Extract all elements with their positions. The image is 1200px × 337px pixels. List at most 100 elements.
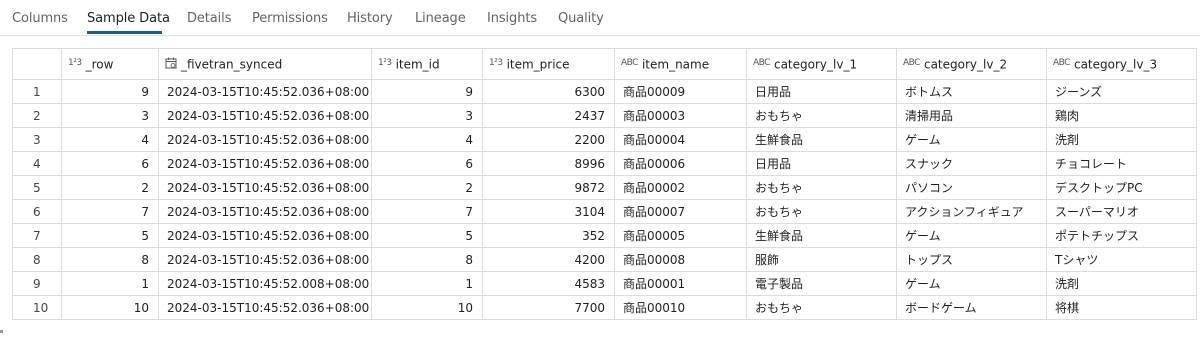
item-name-cell: 商品00007	[614, 199, 747, 224]
sample-data-table: 1²3 _row _fivetran_synced 1²3 item_id 1²3 i…	[12, 48, 1197, 320]
tab-bar: Columns Sample Data Details Permissions …	[0, 0, 1200, 36]
table-row[interactable]: 7 5 2024-03-15T10:45:52.036+08:00 5 352 商品000…	[12, 223, 1197, 248]
category-lv-3-cell: Tシャツ	[1046, 247, 1197, 272]
table-row[interactable]: 3 4 2024-03-15T10:45:52.036+08:00 4 2200 商品00…	[12, 127, 1197, 152]
column-header-label: _fivetran_synced	[181, 57, 283, 72]
category-lv-1-cell: 日用品	[746, 151, 897, 176]
category-lv-3-cell: スーパーマリオ	[1046, 199, 1197, 224]
item-price-cell: 9872	[482, 175, 615, 200]
item-name-cell: 商品00006	[614, 151, 747, 176]
table-row[interactable]: 1 9 2024-03-15T10:45:52.036+08:00 9 6300 商品00…	[12, 79, 1197, 104]
column-header-label: item_name	[641, 57, 710, 72]
fivetran-synced-cell: 2024-03-15T10:45:52.036+08:00	[158, 79, 372, 104]
table-header-row: 1²3 _row _fivetran_synced 1²3 item_id 1²3 i…	[12, 48, 1197, 80]
row-number-cell: 8	[12, 247, 62, 272]
numeric-type-icon: 1²3	[489, 58, 503, 69]
item-name-cell: 商品00010	[614, 295, 747, 320]
item-price-cell: 352	[482, 223, 615, 248]
item-id-cell: 6	[371, 151, 483, 176]
category-lv-1-cell: おもちゃ	[746, 199, 897, 224]
table-row[interactable]: 6 7 2024-03-15T10:45:52.036+08:00 7 3104 商品00…	[12, 199, 1197, 224]
column-header-item-name[interactable]: ABC item_name	[614, 48, 747, 80]
row-cell: 1	[61, 271, 159, 296]
row-number-cell: 5	[12, 175, 62, 200]
category-lv-2-cell: 清掃用品	[896, 103, 1047, 128]
category-lv-2-cell: ゲーム	[896, 223, 1047, 248]
category-lv-2-cell: ゲーム	[896, 271, 1047, 296]
column-header-category-lv-2[interactable]: ABC category_lv_2	[896, 48, 1047, 80]
column-header-row[interactable]: 1²3 _row	[61, 48, 159, 80]
column-header-category-lv-1[interactable]: ABC category_lv_1	[746, 48, 897, 80]
row-cell: 2	[61, 175, 159, 200]
item-price-cell: 6300	[482, 79, 615, 104]
row-cell: 8	[61, 247, 159, 272]
row-cell: 4	[61, 127, 159, 152]
category-lv-1-cell: 生鮮食品	[746, 127, 897, 152]
item-name-cell: 商品00008	[614, 247, 747, 272]
fivetran-synced-cell: 2024-03-15T10:45:52.036+08:00	[158, 247, 372, 272]
row-number-cell: 6	[12, 199, 62, 224]
table-row[interactable]: 5 2 2024-03-15T10:45:52.036+08:00 2 9872 商品00…	[12, 175, 1197, 200]
row-number-cell: 9	[12, 271, 62, 296]
table-row[interactable]: 8 8 2024-03-15T10:45:52.036+08:00 8 4200 商品00…	[12, 247, 1197, 272]
item-name-cell: 商品00003	[614, 103, 747, 128]
item-price-cell: 7700	[482, 295, 615, 320]
item-price-cell: 8996	[482, 151, 615, 176]
category-lv-3-cell: ジーンズ	[1046, 79, 1197, 104]
column-header-item-id[interactable]: 1²3 item_id	[371, 48, 483, 80]
row-number-cell: 2	[12, 103, 62, 128]
resize-handle	[0, 330, 3, 333]
item-id-cell: 5	[371, 223, 483, 248]
tab-sample-data[interactable]: Sample Data	[87, 11, 170, 26]
item-price-cell: 4583	[482, 271, 615, 296]
tab-insights[interactable]: Insights	[487, 11, 537, 26]
tab-quality[interactable]: Quality	[558, 11, 604, 26]
column-header-label: item_price	[506, 57, 570, 72]
item-price-cell: 4200	[482, 247, 615, 272]
item-id-cell: 9	[371, 79, 483, 104]
fivetran-synced-cell: 2024-03-15T10:45:52.036+08:00	[158, 151, 372, 176]
category-lv-3-cell: ポテトチップス	[1046, 223, 1197, 248]
item-id-cell: 1	[371, 271, 483, 296]
fivetran-synced-cell: 2024-03-15T10:45:52.036+08:00	[158, 127, 372, 152]
table-row[interactable]: 4 6 2024-03-15T10:45:52.036+08:00 6 8996 商品00…	[12, 151, 1197, 176]
column-header-label: category_lv_1	[773, 57, 858, 72]
row-cell: 5	[61, 223, 159, 248]
column-header-fivetran-synced[interactable]: _fivetran_synced	[158, 48, 372, 80]
item-id-cell: 2	[371, 175, 483, 200]
item-id-cell: 3	[371, 103, 483, 128]
table-row[interactable]: 10 10 2024-03-15T10:45:52.036+08:00 10 7700 商…	[12, 295, 1197, 320]
item-id-cell: 7	[371, 199, 483, 224]
item-name-cell: 商品00005	[614, 223, 747, 248]
row-number-cell: 7	[12, 223, 62, 248]
table-body: 1 9 2024-03-15T10:45:52.036+08:00 9 6300 商品00…	[12, 79, 1197, 320]
row-cell: 3	[61, 103, 159, 128]
active-tab-indicator	[87, 31, 162, 34]
tab-columns[interactable]: Columns	[12, 11, 68, 26]
numeric-type-icon: 1²3	[378, 58, 392, 69]
column-header-label: category_lv_2	[923, 57, 1008, 72]
category-lv-2-cell: アクションフィギュア	[896, 199, 1047, 224]
row-number-cell: 10	[12, 295, 62, 320]
fivetran-synced-cell: 2024-03-15T10:45:52.036+08:00	[158, 295, 372, 320]
tab-history[interactable]: History	[347, 11, 393, 26]
string-type-icon: ABC	[903, 58, 920, 69]
row-cell: 10	[61, 295, 159, 320]
string-type-icon: ABC	[1053, 58, 1070, 69]
row-cell: 9	[61, 79, 159, 104]
item-name-cell: 商品00004	[614, 127, 747, 152]
item-price-cell: 2200	[482, 127, 615, 152]
tab-details[interactable]: Details	[187, 11, 231, 26]
table-row[interactable]: 9 1 2024-03-15T10:45:52.008+08:00 1 4583 商品00…	[12, 271, 1197, 296]
column-header-item-price[interactable]: 1²3 item_price	[482, 48, 615, 80]
column-header-category-lv-3[interactable]: ABC category_lv_3	[1046, 48, 1197, 80]
string-type-icon: ABC	[753, 58, 770, 69]
category-lv-3-cell: 洗剤	[1046, 127, 1197, 152]
fivetran-synced-cell: 2024-03-15T10:45:52.036+08:00	[158, 103, 372, 128]
column-header-label: _row	[85, 57, 114, 72]
tab-lineage[interactable]: Lineage	[415, 11, 466, 26]
table-row[interactable]: 2 3 2024-03-15T10:45:52.036+08:00 3 2437 商品00…	[12, 103, 1197, 128]
category-lv-2-cell: パソコン	[896, 175, 1047, 200]
tab-permissions[interactable]: Permissions	[252, 11, 328, 26]
category-lv-2-cell: トップス	[896, 247, 1047, 272]
